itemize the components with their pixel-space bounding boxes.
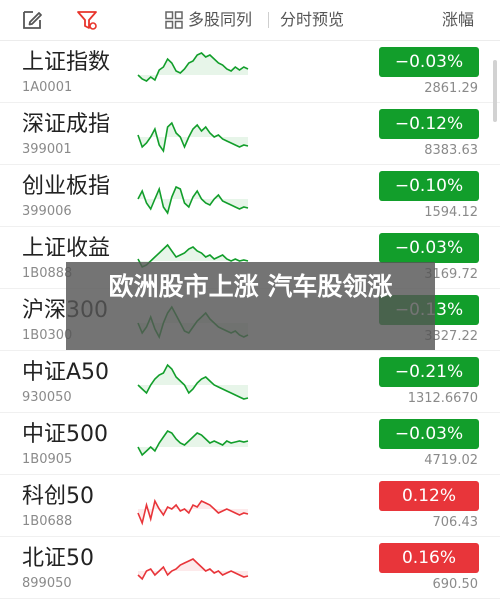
index-code: 1B0905: [22, 452, 73, 467]
grid-icon: [165, 11, 183, 29]
change-badge[interactable]: 0.16%: [379, 543, 479, 573]
index-price: 1594.12: [424, 205, 478, 220]
index-price: 690.50: [432, 577, 479, 592]
index-price: 1312.6670: [407, 391, 478, 406]
index-price: 2861.29: [424, 81, 478, 96]
intraday-sparkline: [137, 52, 249, 82]
index-price: 8383.63: [424, 143, 478, 158]
index-code: 930050: [22, 390, 72, 405]
index-code: 399001: [22, 142, 72, 157]
intraday-sparkline: [137, 185, 249, 215]
index-row[interactable]: 北证50 899050 0.16% 690.50: [0, 537, 500, 599]
news-headline: 欧洲股市上涨 汽车股领涨: [108, 272, 393, 301]
index-code: 1B0300: [22, 328, 73, 343]
index-code: 1B0688: [22, 514, 73, 529]
index-name: 深证成指: [22, 112, 111, 137]
intraday-sparkline: [137, 429, 249, 457]
sparkline-fill: [138, 53, 248, 81]
sort-by-change-button[interactable]: 涨幅: [442, 9, 474, 31]
toolbar: 多股同列 分时预览 涨幅: [0, 0, 500, 41]
index-name: 中证A50: [22, 360, 110, 385]
index-price: 4719.02: [424, 453, 478, 468]
change-badge[interactable]: −0.21%: [379, 357, 479, 387]
change-badge[interactable]: −0.03%: [379, 47, 479, 77]
index-row[interactable]: 中证A50 930050 −0.21% 1312.6670: [0, 351, 500, 413]
change-badge[interactable]: −0.10%: [379, 171, 479, 201]
index-name: 中证500: [22, 422, 108, 447]
index-row[interactable]: 中证500 1B0905 −0.03% 4719.02: [0, 413, 500, 475]
index-row[interactable]: 深证成指 399001 −0.12% 8383.63: [0, 103, 500, 165]
sparkline-line: [137, 498, 249, 526]
intraday-preview-toggle[interactable]: 分时预览: [280, 9, 344, 31]
index-row[interactable]: 创业板指 399006 −0.10% 1594.12: [0, 165, 500, 227]
index-name: 上证指数: [22, 50, 111, 75]
sparkline-fill: [138, 559, 248, 579]
scrollbar[interactable]: [493, 60, 497, 122]
filter-icon[interactable]: [75, 8, 99, 32]
toolbar-divider: [268, 12, 269, 28]
change-badge[interactable]: −0.03%: [379, 233, 479, 263]
index-code: 399006: [22, 204, 72, 219]
sparkline-fill: [138, 123, 248, 151]
change-badge[interactable]: −0.12%: [379, 109, 479, 139]
index-name: 上证收益: [22, 236, 111, 261]
news-overlay[interactable]: 欧洲股市上涨 汽车股领涨: [66, 262, 435, 350]
index-name: 科创50: [22, 484, 94, 509]
edit-icon[interactable]: [20, 8, 44, 32]
index-code: 899050: [22, 576, 72, 591]
index-code: 1B0888: [22, 266, 73, 281]
index-row[interactable]: 上证指数 1A0001 −0.03% 2861.29: [0, 41, 500, 103]
index-price: 706.43: [432, 515, 479, 530]
intraday-sparkline: [137, 558, 249, 581]
index-code: 1A0001: [22, 80, 73, 95]
index-name: 创业板指: [22, 174, 111, 199]
intraday-sparkline: [137, 121, 249, 154]
intraday-sparkline: [137, 363, 249, 400]
multi-stock-view-toggle[interactable]: 多股同列: [188, 9, 252, 31]
index-row[interactable]: 科创50 1B0688 0.12% 706.43: [0, 475, 500, 537]
index-name: 北证50: [22, 546, 94, 571]
intraday-sparkline: [137, 498, 249, 526]
change-badge[interactable]: 0.12%: [379, 481, 479, 511]
change-badge[interactable]: −0.03%: [379, 419, 479, 449]
